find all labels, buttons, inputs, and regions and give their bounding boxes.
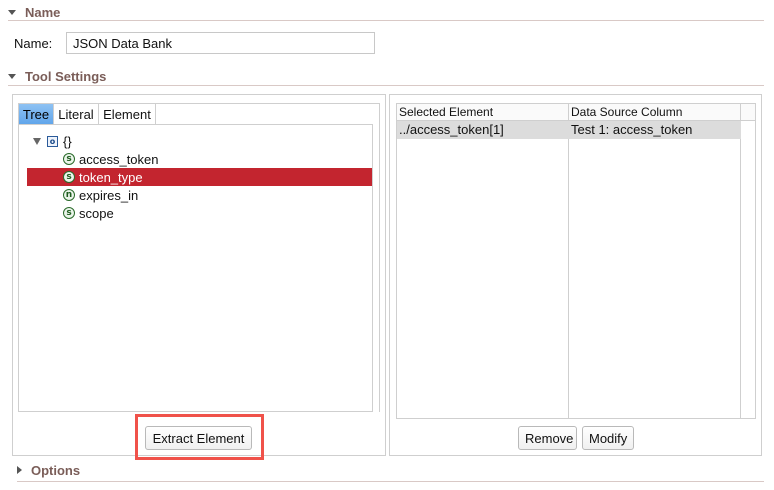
string-type-icon: s: [63, 207, 75, 219]
string-type-icon: s: [63, 171, 75, 183]
table-cell-data-source-column: Test 1: access_token: [571, 122, 693, 137]
tool-settings-section-header[interactable]: Tool Settings: [8, 67, 106, 85]
name-section-header[interactable]: Name: [8, 3, 60, 21]
tab-tree[interactable]: Tree: [19, 104, 54, 125]
section-title-options: Options: [31, 462, 81, 478]
section-divider: [17, 481, 764, 482]
mapping-table: Selected Element Data Source Column ../a…: [396, 103, 756, 419]
section-title-name: Name: [25, 4, 61, 20]
expand-toggle-icon[interactable]: [33, 137, 41, 145]
column-header-data-source-column[interactable]: Data Source Column: [569, 104, 755, 121]
string-type-icon: s: [63, 153, 75, 165]
object-type-icon: o: [47, 135, 58, 147]
tree-node-label: scope: [79, 205, 114, 221]
remove-button[interactable]: Remove: [518, 426, 577, 450]
tree-node-label: expires_in: [79, 187, 139, 203]
options-section-header[interactable]: Options: [17, 461, 80, 479]
tree-node-label: token_type: [79, 169, 143, 185]
tree-node-label: {}: [63, 133, 72, 149]
tree-root-node[interactable]: o {}: [27, 132, 372, 150]
modify-button[interactable]: Modify: [582, 426, 634, 450]
number-type-icon: n: [63, 189, 75, 201]
tab-literal[interactable]: Literal: [54, 104, 99, 125]
column-divider: [568, 104, 569, 418]
name-label: Name:: [14, 36, 53, 51]
column-header-selected-element[interactable]: Selected Element: [397, 104, 569, 121]
column-divider: [740, 104, 741, 418]
table-cell-selected-element: ../access_token[1]: [399, 122, 504, 137]
tree-node-access-token[interactable]: s access_token: [27, 150, 372, 168]
tree-node-expires-in[interactable]: n expires_in: [27, 186, 372, 204]
section-divider: [8, 85, 764, 86]
tree-node-label: access_token: [79, 151, 159, 167]
extract-element-button[interactable]: Extract Element: [145, 426, 252, 450]
name-input[interactable]: [66, 32, 375, 54]
tree-node-token-type[interactable]: s token_type: [27, 168, 372, 186]
section-divider: [8, 20, 764, 21]
tree-scrollbar[interactable]: [372, 124, 380, 412]
tree-node-scope[interactable]: s scope: [27, 204, 372, 222]
collapse-arrow-icon[interactable]: [8, 73, 16, 79]
section-title-tool-settings: Tool Settings: [25, 68, 107, 84]
expand-arrow-icon[interactable]: [17, 466, 22, 474]
tab-element[interactable]: Element: [99, 104, 156, 125]
table-row[interactable]: ../access_token[1] Test 1: access_token: [397, 121, 741, 139]
tab-strip: Tree Literal Element: [18, 103, 380, 125]
collapse-arrow-icon[interactable]: [8, 9, 16, 15]
